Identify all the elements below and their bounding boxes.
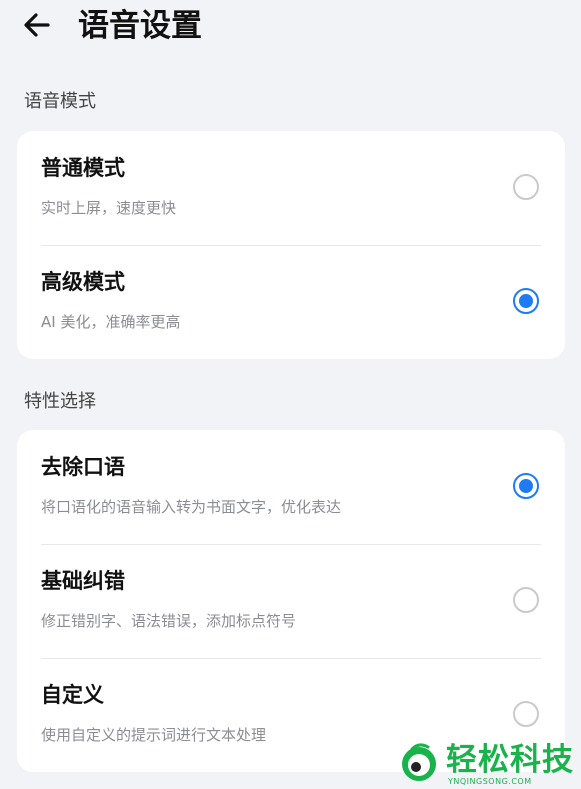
option-title: 基础纠错 [41, 569, 125, 593]
watermark-logo-icon [402, 743, 436, 781]
option-description: 使用自定义的提示词进行文本处理 [41, 726, 267, 744]
features-card: 去除口语 将口语化的语音输入转为书面文字，优化表达 基础纠错 修正错别字、语法错… [17, 430, 565, 772]
arrow-left-icon[interactable] [20, 8, 54, 42]
option-description: 将口语化的语音输入转为书面文字，优化表达 [41, 498, 342, 516]
option-title: 自定义 [41, 683, 104, 707]
radio-button[interactable] [513, 174, 539, 200]
option-title: 去除口语 [41, 455, 125, 479]
option-normal-mode[interactable]: 普通模式 实时上屏，速度更快 [17, 131, 565, 245]
radio-button[interactable] [513, 701, 539, 727]
option-description: AI 美化，准确率更高 [41, 313, 181, 331]
watermark: 轻松科技 YNQINGSONG.COM [398, 741, 581, 789]
section-title-features: 特性选择 [24, 391, 96, 412]
option-basic-correction[interactable]: 基础纠错 修正错别字、语法错误，添加标点符号 [17, 544, 565, 658]
watermark-url: YNQINGSONG.COM [448, 777, 532, 786]
radio-button-checked[interactable] [513, 288, 539, 314]
watermark-name: 轻松科技 [446, 742, 574, 778]
section-title-voice-mode: 语音模式 [24, 91, 96, 112]
option-advanced-mode[interactable]: 高级模式 AI 美化，准确率更高 [17, 245, 565, 359]
option-description: 实时上屏，速度更快 [41, 199, 177, 217]
option-remove-colloquial[interactable]: 去除口语 将口语化的语音输入转为书面文字，优化表达 [17, 430, 565, 544]
page-title: 语音设置 [78, 8, 202, 44]
header: 语音设置 [0, 0, 581, 56]
radio-button[interactable] [513, 587, 539, 613]
radio-button-checked[interactable] [513, 473, 539, 499]
option-description: 修正错别字、语法错误，添加标点符号 [41, 612, 297, 630]
voice-mode-card: 普通模式 实时上屏，速度更快 高级模式 AI 美化，准确率更高 [17, 131, 565, 359]
option-title: 普通模式 [41, 156, 125, 180]
option-title: 高级模式 [41, 270, 125, 294]
